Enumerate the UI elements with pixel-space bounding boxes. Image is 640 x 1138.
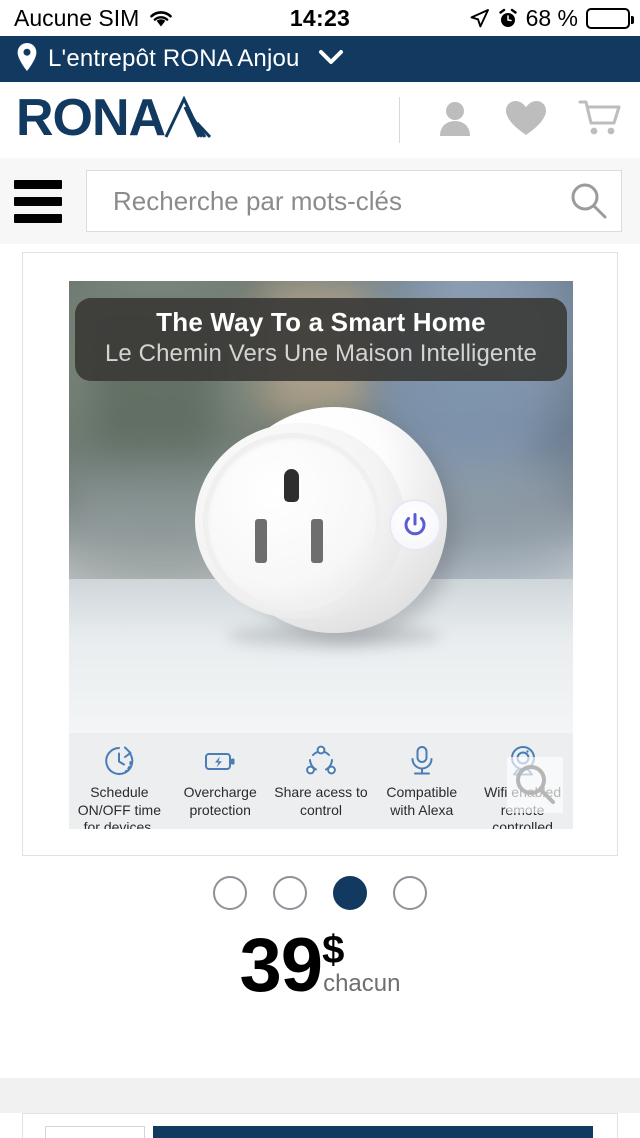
- location-arrow-icon: [469, 8, 490, 29]
- product-image-area[interactable]: The Way To a Smart Home Le Chemin Vers U…: [69, 281, 573, 829]
- carousel-dot-1[interactable]: [213, 876, 247, 910]
- site-header: RONA: [0, 82, 640, 158]
- feature-strip: Schedule ON/OFF time for devices. Planif…: [69, 733, 573, 829]
- phone-screen: Aucune SIM 14:23 68 % L'entrepôt RONA An…: [0, 0, 640, 1138]
- user-account-icon[interactable]: [436, 98, 474, 143]
- feature-label-en: Share acess to control: [274, 784, 368, 818]
- search-input[interactable]: [87, 185, 555, 217]
- battery-icon: [586, 7, 634, 29]
- status-bar-right: 68 %: [469, 4, 634, 32]
- feature-label-fr: Compatible avec Alexa: [374, 827, 469, 829]
- store-name-label: L'entrepôt RONA Anjou: [48, 45, 300, 72]
- search-field-wrapper[interactable]: [86, 170, 622, 232]
- search-icon[interactable]: [555, 181, 621, 221]
- feature-label-fr: Protection contre les surcharges: [173, 827, 268, 829]
- banner-headline-en: The Way To a Smart Home: [156, 307, 486, 337]
- microphone-icon: [374, 742, 469, 780]
- carousel-dot-2[interactable]: [273, 876, 307, 910]
- carousel-dot-3[interactable]: [333, 876, 367, 910]
- heart-icon[interactable]: [504, 98, 548, 143]
- feature-label-fr: Partager l'accès au contrôle: [274, 827, 369, 829]
- magnifier-zoom-icon[interactable]: [507, 757, 563, 813]
- carousel-dot-4[interactable]: [393, 876, 427, 910]
- feature-label-en: Schedule ON/OFF time for devices.: [77, 784, 162, 829]
- price-unit: chacun: [323, 970, 401, 997]
- smart-plug-photo: The Way To a Smart Home Le Chemin Vers U…: [69, 281, 573, 733]
- feature-label-en: Compatible with Alexa: [386, 784, 458, 818]
- section-gap: [0, 1078, 640, 1113]
- product-media-card: The Way To a Smart Home Le Chemin Vers U…: [22, 252, 618, 856]
- battery-bolt-icon: [173, 742, 268, 780]
- banner-headline-fr: Le Chemin Vers Une Maison Intelligente: [104, 339, 538, 367]
- smart-plug-illustration: [187, 407, 457, 647]
- product-price: 39 $ chacun: [0, 923, 640, 1008]
- battery-percent-label: 68 %: [525, 4, 578, 31]
- price-amount: 39: [239, 923, 324, 1008]
- hamburger-menu-icon[interactable]: [14, 179, 62, 223]
- feature-item: Share acess to control Partager l'accès …: [271, 742, 372, 829]
- share-nodes-icon: [274, 742, 369, 780]
- svg-text:RONA: RONA: [16, 93, 166, 143]
- clock-schedule-icon: [72, 742, 167, 780]
- search-bar: [0, 158, 640, 244]
- header-divider: [399, 97, 400, 143]
- power-button-icon: [389, 499, 441, 551]
- rona-logo[interactable]: RONA: [16, 89, 218, 148]
- feature-item: Schedule ON/OFF time for devices. Planif…: [69, 742, 170, 829]
- quantity-input[interactable]: [45, 1126, 145, 1138]
- price-currency: $: [322, 928, 345, 972]
- banner-headline: The Way To a Smart Home Le Chemin Vers U…: [75, 298, 567, 382]
- buy-card: [22, 1113, 618, 1138]
- feature-item: Overcharge protection Protection contre …: [170, 742, 271, 829]
- chevron-down-icon[interactable]: [318, 49, 344, 70]
- store-selector-bar[interactable]: L'entrepôt RONA Anjou: [0, 36, 640, 82]
- header-actions: [399, 82, 622, 158]
- carousel-dots: [0, 868, 640, 918]
- map-pin-icon: [16, 42, 38, 77]
- feature-label-en: Overcharge protection: [183, 784, 257, 818]
- ios-status-bar: Aucune SIM 14:23 68 %: [0, 0, 640, 36]
- add-to-cart-button[interactable]: [153, 1126, 593, 1138]
- shopping-cart-icon[interactable]: [578, 98, 622, 143]
- feature-item: Compatible with Alexa Compatible avec Al…: [371, 742, 472, 829]
- alarm-clock-icon: [498, 8, 518, 29]
